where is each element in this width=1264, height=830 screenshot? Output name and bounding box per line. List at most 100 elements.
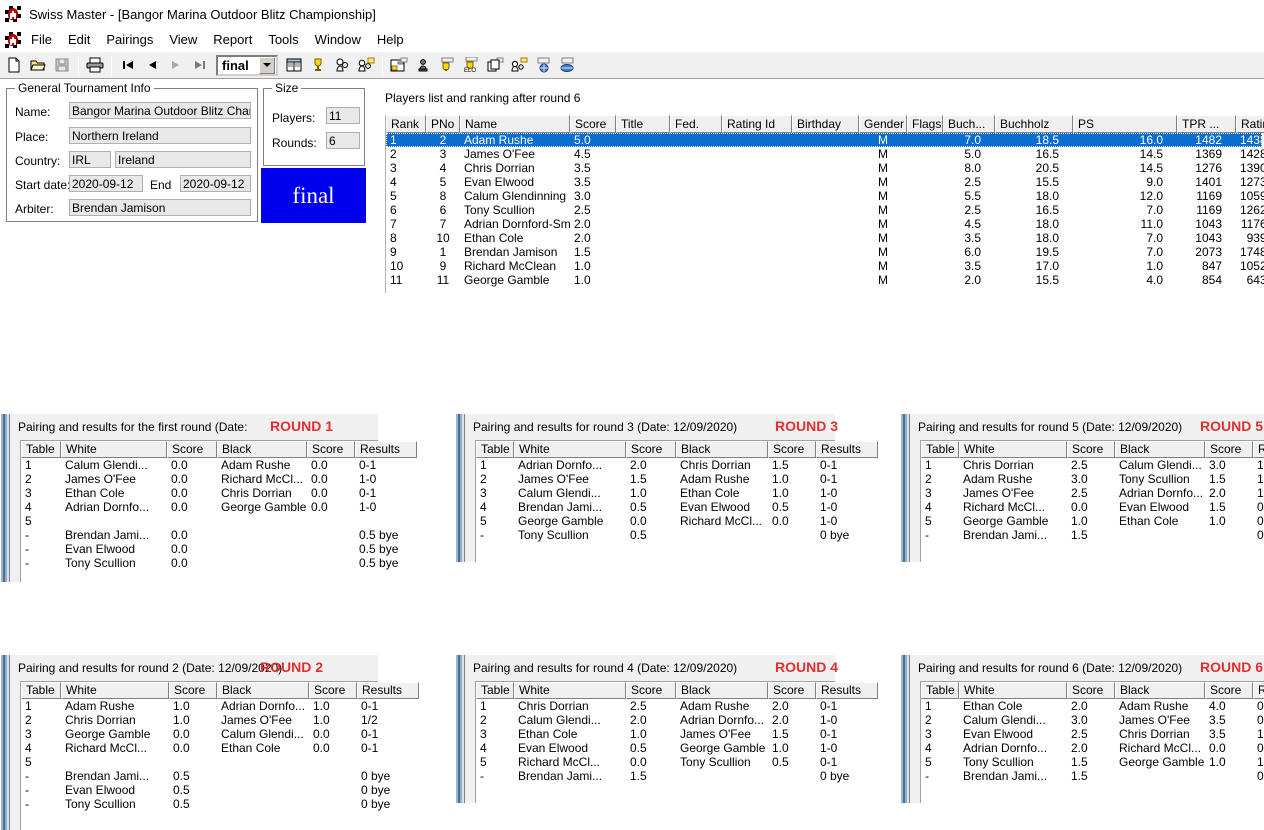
players-col-header-score[interactable]: Score bbox=[570, 115, 616, 133]
round-1-table-row[interactable]: 2James O'Fee0.0Richard McCl...0.01-0 bbox=[21, 472, 378, 486]
round-1-table-row[interactable]: 3Ethan Cole0.0Chris Dorrian0.00-1 bbox=[21, 486, 378, 500]
round-3-col-header-black[interactable]: Black bbox=[676, 441, 768, 458]
round-5-col-header-white-score[interactable]: Score bbox=[1067, 441, 1115, 458]
players-col-header-rating[interactable]: Rating bbox=[1236, 115, 1264, 133]
players-col-header-tpr[interactable]: TPR ... bbox=[1177, 115, 1236, 133]
round-6-table-row[interactable]: 2Calum Glendi...3.0James O'Fee3.50-1 bbox=[921, 713, 1264, 727]
players-grid-header[interactable]: RankPNoNameScoreTitleFed.Rating IdBirthd… bbox=[386, 115, 1262, 133]
document-chess-pawn-icon[interactable] bbox=[5, 32, 21, 48]
round-1-table-row[interactable]: -Tony Scullion0.00.5 bye bbox=[21, 556, 378, 570]
players-table-row[interactable]: 66Tony Scullion2.5M2.516.57.011691262 × bbox=[386, 203, 1262, 217]
menu-window[interactable]: Window bbox=[307, 30, 369, 49]
players-table-row[interactable]: 91Brendan Jamison1.5M6.019.57.020731748 … bbox=[386, 245, 1262, 259]
round-3-table-row[interactable]: 2James O'Fee1.5Adam Rushe1.00-1 bbox=[476, 472, 835, 486]
round-6-col-header-white-score[interactable]: Score bbox=[1067, 682, 1115, 699]
round-6-table-row[interactable]: 1Ethan Cole2.0Adam Rushe4.00-1 bbox=[921, 699, 1264, 713]
name-field[interactable]: Bangor Marina Outdoor Blitz Champion bbox=[69, 102, 251, 119]
pairing-chess-star-icon[interactable] bbox=[354, 53, 378, 77]
round-3-col-header-black-score[interactable]: Score bbox=[768, 441, 816, 458]
round-3-col-header-white-score[interactable]: Score bbox=[626, 441, 676, 458]
players-table-row[interactable]: 34Chris Dorrian3.5M8.020.514.512761390 × bbox=[386, 161, 1262, 175]
round-6-col-header-black[interactable]: Black bbox=[1115, 682, 1205, 699]
arbiter-field[interactable]: Brendan Jamison bbox=[69, 199, 251, 216]
players-table-row[interactable]: 109Richard McClean1.0M3.517.01.08471052 … bbox=[386, 259, 1262, 273]
players-col-header-name[interactable]: Name bbox=[460, 115, 570, 133]
round-6-table-row[interactable]: -Brendan Jami...1.50 bye bbox=[921, 769, 1264, 783]
players-col-header-buch[interactable]: Buch... bbox=[943, 115, 995, 133]
round-1-col-header-white[interactable]: White bbox=[61, 441, 167, 458]
pairing-star-card-icon[interactable] bbox=[507, 53, 531, 77]
previous-record-icon[interactable] bbox=[140, 53, 164, 77]
round-1-col-header-white-score[interactable]: Score bbox=[167, 441, 217, 458]
round-2-col-header-table[interactable]: Table bbox=[21, 682, 61, 699]
round-1-grid[interactable]: TableWhiteScoreBlackScoreResults1Calum G… bbox=[20, 440, 378, 582]
trophy-icon[interactable] bbox=[306, 53, 330, 77]
round-2-table-row[interactable]: -Tony Scullion0.50 bye bbox=[21, 797, 378, 811]
round-2-col-header-result[interactable]: Results bbox=[357, 682, 419, 699]
round-3-col-header-table[interactable]: Table bbox=[476, 441, 514, 458]
globe-card-icon[interactable] bbox=[531, 53, 555, 77]
players-table-row[interactable]: 810Ethan Cole2.0M3.518.07.01043939 × bbox=[386, 231, 1262, 245]
players-col-header-pno[interactable]: PNo bbox=[426, 115, 460, 133]
rounds-count-field[interactable]: 6 bbox=[326, 132, 360, 149]
menu-view[interactable]: View bbox=[161, 30, 205, 49]
round-5-table-row[interactable]: -Brendan Jami...1.50 bye bbox=[921, 528, 1264, 542]
players-col-header-flags[interactable]: Flags bbox=[907, 115, 943, 133]
first-record-icon[interactable] bbox=[116, 53, 140, 77]
round-5-grid[interactable]: TableWhiteScoreBlackScoreResults1Chris D… bbox=[920, 440, 1264, 562]
round-4-table-row[interactable]: 4Evan Elwood0.5George Gamble1.01-0 bbox=[476, 741, 835, 755]
round-5-table-row[interactable]: 5George Gamble1.0Ethan Cole1.00-1 bbox=[921, 514, 1264, 528]
print-icon[interactable] bbox=[83, 53, 107, 77]
players-col-header-buchholz[interactable]: Buchholz bbox=[995, 115, 1073, 133]
players-table-row[interactable]: 23James O'Fee4.5M5.016.514.513691428 × bbox=[386, 147, 1262, 161]
round-4-col-header-table[interactable]: Table bbox=[476, 682, 514, 699]
round-4-table-row[interactable]: 1Chris Dorrian2.5Adam Rushe2.00-1 bbox=[476, 699, 835, 713]
king-piece-icon[interactable] bbox=[411, 53, 435, 77]
round-4-col-header-black[interactable]: Black bbox=[676, 682, 768, 699]
menu-pairings[interactable]: Pairings bbox=[98, 30, 161, 49]
new-document-icon[interactable] bbox=[2, 53, 26, 77]
round-2-table-row[interactable]: 1Adam Rushe1.0Adrian Dornfo...1.00-1 bbox=[21, 699, 378, 713]
round-3-grid[interactable]: TableWhiteScoreBlackScoreResults1Adrian … bbox=[475, 440, 835, 562]
menu-file[interactable]: File bbox=[23, 30, 60, 49]
round-5-col-header-white[interactable]: White bbox=[959, 441, 1067, 458]
round-4-col-header-white[interactable]: White bbox=[514, 682, 626, 699]
round-6-table-row[interactable]: 3Evan Elwood2.5Chris Dorrian3.51-0 bbox=[921, 727, 1264, 741]
players-count-field[interactable]: 11 bbox=[326, 107, 360, 124]
round-5-col-header-black-score[interactable]: Score bbox=[1205, 441, 1253, 458]
players-list-grid[interactable]: RankPNoNameScoreTitleFed.Rating IdBirthd… bbox=[385, 115, 1262, 293]
round-2-table-row[interactable]: -Evan Elwood0.50 bye bbox=[21, 783, 378, 797]
round-1-table-row[interactable]: 5 bbox=[21, 514, 378, 528]
round-5-table-row[interactable]: 2Adam Rushe3.0Tony Scullion1.51-0 bbox=[921, 472, 1264, 486]
place-field[interactable]: Northern Ireland bbox=[69, 127, 251, 144]
round-2-table-row[interactable]: 4Richard McCl...0.0Ethan Cole0.00-1 bbox=[21, 741, 378, 755]
round-6-col-header-white[interactable]: White bbox=[959, 682, 1067, 699]
menu-edit[interactable]: Edit bbox=[60, 30, 98, 49]
players-col-header-ps[interactable]: PS bbox=[1073, 115, 1177, 133]
round-6-grid[interactable]: TableWhiteScoreBlackScoreResults1Ethan C… bbox=[920, 681, 1264, 803]
round-1-table-row[interactable]: 4Adrian Dornfo...0.0George Gamble0.01-0 bbox=[21, 500, 378, 514]
start-date-field[interactable]: 2020-09-12 bbox=[69, 175, 143, 192]
players-col-header-rating-id[interactable]: Rating Id bbox=[722, 115, 792, 133]
round-6-table-row[interactable]: 5Tony Scullion1.5George Gamble1.01-0 bbox=[921, 755, 1264, 769]
round-2-col-header-white[interactable]: White bbox=[61, 682, 169, 699]
round-5-col-header-result[interactable]: Results bbox=[1253, 441, 1264, 458]
round-3-table-row[interactable]: 4Brendan Jami...0.5Evan Elwood0.51-0 bbox=[476, 500, 835, 514]
round-3-table-row[interactable]: 1Adrian Dornfo...2.0Chris Dorrian1.50-1 bbox=[476, 458, 835, 472]
round-6-table-row[interactable]: 4Adrian Dornfo...2.0Richard McCl...0.00-… bbox=[921, 741, 1264, 755]
round-1-table-row[interactable]: -Brendan Jami...0.00.5 bye bbox=[21, 528, 378, 542]
round-5-col-header-black[interactable]: Black bbox=[1115, 441, 1205, 458]
report-card-icon[interactable] bbox=[387, 53, 411, 77]
round-4-table-row[interactable]: 2Calum Glendi...2.0Adrian Dornfo...2.01-… bbox=[476, 713, 835, 727]
trophy-elo-icon[interactable]: ELO bbox=[459, 53, 483, 77]
round-3-table-row[interactable]: 3Calum Glendi...1.0Ethan Cole1.01-0 bbox=[476, 486, 835, 500]
copy-pages-icon[interactable] bbox=[483, 53, 507, 77]
round-2-table-row[interactable]: 3George Gamble0.0Calum Glendi...0.00-1 bbox=[21, 727, 378, 741]
round-5-table-row[interactable]: 3James O'Fee2.5Adrian Dornfo...2.01-0 bbox=[921, 486, 1264, 500]
players-grid-body[interactable]: 12Adam Rushe5.0M7.018.516.014821438 ×23J… bbox=[386, 133, 1262, 287]
globe-chess-card-icon[interactable] bbox=[555, 53, 579, 77]
round-6-col-header-result[interactable]: Results bbox=[1253, 682, 1264, 699]
round-3-col-header-result[interactable]: Results bbox=[816, 441, 878, 458]
chevron-down-icon[interactable] bbox=[259, 57, 275, 74]
round-4-table-row[interactable]: -Brendan Jami...1.50 bye bbox=[476, 769, 835, 783]
